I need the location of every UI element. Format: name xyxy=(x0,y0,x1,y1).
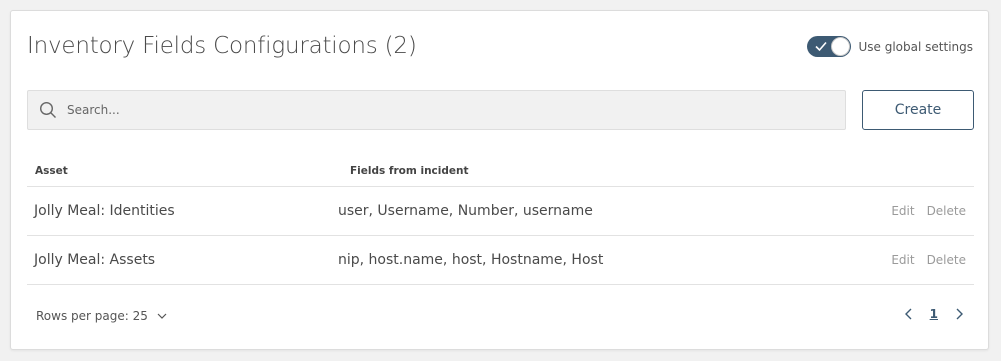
rows-per-page-label: Rows per page: 25 xyxy=(36,309,148,323)
pagination: 1 xyxy=(902,307,966,321)
page-number-current[interactable]: 1 xyxy=(930,307,938,321)
row-actions: Edit Delete xyxy=(891,253,966,267)
toggle-knob xyxy=(830,37,850,56)
chevron-left-icon[interactable] xyxy=(902,307,916,321)
table-header: Asset Fields from incident xyxy=(27,155,974,187)
inventory-table: Asset Fields from incident Jolly Meal: I… xyxy=(27,155,974,285)
rows-per-page-select[interactable]: Rows per page: 25 xyxy=(36,309,168,323)
fields-cell: user, Username, Number, username xyxy=(338,203,593,219)
table-row: Jolly Meal: Assets nip, host.name, host,… xyxy=(27,236,974,285)
asset-cell: Jolly Meal: Identities xyxy=(34,203,175,219)
check-icon xyxy=(814,41,827,52)
search-icon xyxy=(39,101,56,118)
search-input[interactable] xyxy=(67,103,807,117)
asset-cell: Jolly Meal: Assets xyxy=(34,252,156,268)
global-settings-toggle[interactable]: Use global settings xyxy=(806,36,974,57)
column-header-fields[interactable]: Fields from incident xyxy=(350,165,469,177)
row-actions: Edit Delete xyxy=(891,204,966,218)
table-footer: Rows per page: 25 1 xyxy=(27,301,974,333)
chevron-down-icon xyxy=(157,313,167,319)
edit-link[interactable]: Edit xyxy=(891,204,914,218)
create-button[interactable]: Create xyxy=(862,90,974,130)
column-header-asset[interactable]: Asset xyxy=(35,165,68,177)
page-title: Inventory Fields Configurations (2) xyxy=(27,33,417,59)
fields-cell: nip, host.name, host, Hostname, Host xyxy=(338,252,604,268)
chevron-right-icon[interactable] xyxy=(952,307,966,321)
search-box[interactable] xyxy=(27,90,846,130)
table-row: Jolly Meal: Identities user, Username, N… xyxy=(27,187,974,236)
toggle-switch[interactable] xyxy=(806,36,851,57)
delete-link[interactable]: Delete xyxy=(927,253,966,267)
toggle-label: Use global settings xyxy=(858,39,974,54)
inventory-fields-panel: Inventory Fields Configurations (2) Use … xyxy=(10,10,989,350)
delete-link[interactable]: Delete xyxy=(927,204,966,218)
edit-link[interactable]: Edit xyxy=(891,253,914,267)
